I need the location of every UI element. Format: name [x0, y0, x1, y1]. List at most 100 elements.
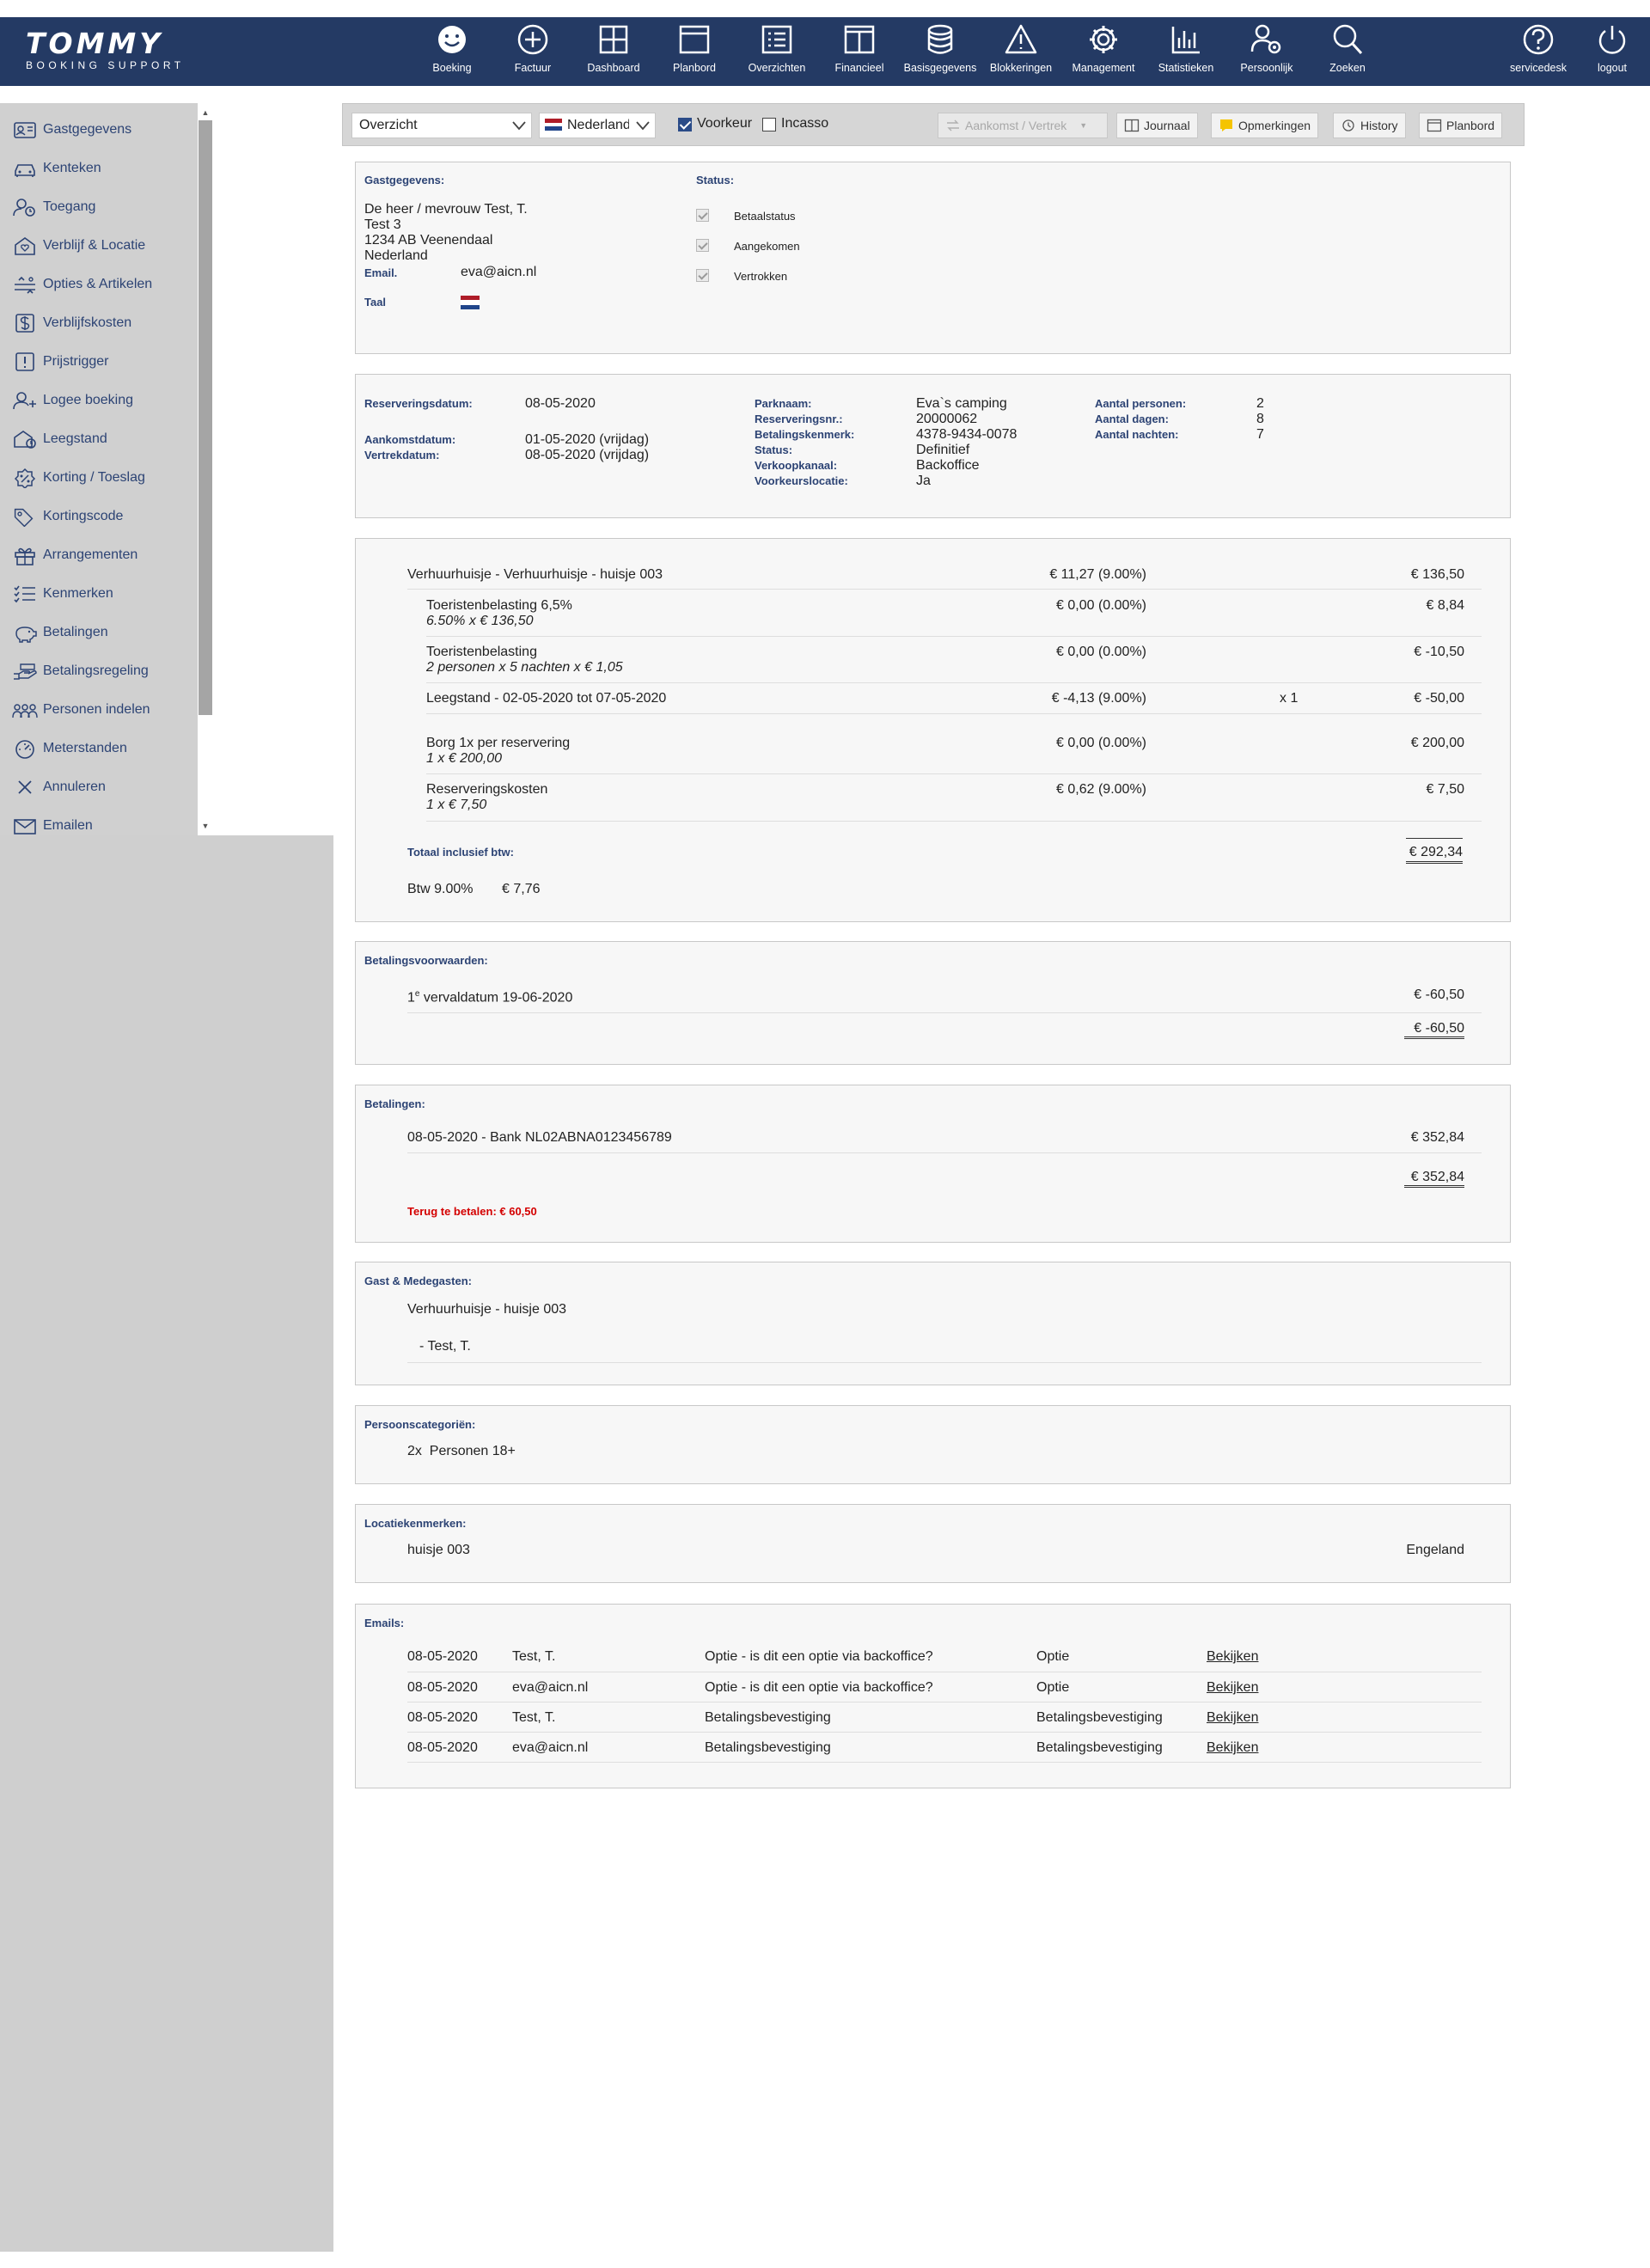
sidebar-item-leegstand[interactable]: Leegstand	[0, 422, 196, 456]
cost-line-tax: € 0,00 (0.00%)	[1056, 645, 1146, 659]
options-icon	[15, 276, 35, 294]
cost-line-amount: € -50,00	[1414, 691, 1464, 706]
guest-email: eva@aicn.nl	[461, 265, 537, 279]
guest-title: Gastgegevens:	[364, 174, 445, 186]
nav-basisgegevens[interactable]: Basisgegevens	[899, 22, 981, 83]
note-icon	[1220, 119, 1232, 131]
nav-statistieken[interactable]: Statistieken	[1145, 22, 1227, 83]
sidebar-item-prijstrigger[interactable]: Prijstrigger	[0, 345, 196, 379]
opmerkingen-button[interactable]: Opmerkingen	[1211, 113, 1319, 138]
sidebar-item-betalingsregeling[interactable]: Betalingsregeling	[0, 654, 196, 688]
scroll-down-arrow[interactable]: ▼	[198, 818, 213, 834]
sidebar-item-annuleren[interactable]: Annuleren	[0, 770, 196, 804]
toolbar: Overzicht Nederlands Voorkeur Incasso Aa…	[342, 103, 1525, 146]
sidebar-item-emailen[interactable]: Emailen	[0, 809, 196, 843]
nav-label: logout	[1597, 62, 1628, 74]
view-email-link[interactable]: Bekijken	[1207, 1710, 1258, 1726]
sidebar-item-betalingen[interactable]: Betalingen	[0, 615, 196, 650]
nav-persoonlijk[interactable]: Persoonlijk	[1225, 22, 1308, 83]
sidebar-item-label: Kortingscode	[43, 509, 124, 523]
voorkeur-checkbox[interactable]	[678, 118, 692, 131]
divider	[426, 821, 1482, 822]
guest-panel: Gastgegevens: De heer / mevrouw Test, T.…	[355, 162, 1511, 354]
sidebar-item-gastgegevens[interactable]: Gastgegevens	[0, 113, 196, 147]
warning-icon	[1005, 24, 1037, 54]
sidebar-item-meterstanden[interactable]: Meterstanden	[0, 731, 196, 766]
chevron-down-icon: ▼	[1079, 121, 1088, 130]
nav-servicedesk[interactable]: servicedesk	[1497, 22, 1580, 83]
view-email-link[interactable]: Bekijken	[1207, 1680, 1258, 1696]
nav-label: Planbord	[672, 62, 717, 74]
guest-country: Nederland	[364, 248, 428, 263]
divider	[407, 1012, 1482, 1013]
email-recipient: eva@aicn.nl	[512, 1740, 589, 1755]
history-button[interactable]: History	[1333, 113, 1406, 138]
nav-logout[interactable]: logout	[1571, 22, 1650, 83]
vertrokken-checkbox[interactable]	[696, 269, 709, 282]
nav-planbord[interactable]: Planbord	[653, 22, 736, 83]
sidebar-item-verblijfskosten[interactable]: Verblijfskosten	[0, 306, 196, 340]
nav-label: Statistieken	[1158, 62, 1214, 74]
person-categories-panel: Persoonscategoriën: 2x Personen 18+	[355, 1405, 1511, 1484]
betaalstatus-checkbox[interactable]	[696, 209, 709, 222]
sidebar-item-kenteken[interactable]: Kenteken	[0, 151, 196, 186]
sidebar-item-label: Verblijfskosten	[43, 315, 132, 330]
book-icon	[844, 25, 875, 54]
user-clock-icon	[13, 199, 35, 217]
email-type: Betalingsbevestiging	[1036, 1710, 1163, 1725]
chevron-down-icon	[636, 121, 650, 131]
arrival-departure-button[interactable]: Aankomst / Vertrek ▼	[938, 113, 1108, 138]
sidebar-item-korting-toeslag[interactable]: Korting / Toeslag	[0, 461, 196, 495]
emails-panel: Emails: 08-05-2020 Test, T. Optie - is d…	[355, 1604, 1511, 1788]
cost-line-detail: 1 x € 200,00	[426, 751, 503, 766]
nav-financieel[interactable]: Financieel	[818, 22, 901, 83]
journaal-button[interactable]: Journaal	[1116, 113, 1198, 138]
days-count: 8	[1256, 412, 1264, 426]
plus-circle-icon	[517, 24, 548, 55]
incasso-label: Incasso	[781, 116, 829, 131]
vacancy-icon	[14, 431, 36, 449]
scrollbar-thumb[interactable]	[199, 120, 212, 715]
sidebar-item-toegang[interactable]: Toegang	[0, 190, 196, 224]
total-amount: € 292,34	[1406, 838, 1463, 864]
sidebar-item-kortingscode[interactable]: Kortingscode	[0, 499, 196, 534]
nav-factuur[interactable]: Factuur	[492, 22, 574, 83]
arrival-date: 01-05-2020 (vrijdag)	[525, 432, 650, 447]
sidebar-item-label: Emailen	[43, 818, 93, 833]
sidebar-item-opties-artikelen[interactable]: Opties & Artikelen	[0, 267, 196, 302]
incasso-checkbox[interactable]	[762, 118, 776, 131]
sidebar-item-arrangementen[interactable]: Arrangementen	[0, 538, 196, 572]
sidebar-item-personen-indelen[interactable]: Personen indelen	[0, 693, 196, 727]
cost-line-desc: Borg 1x per reservering	[426, 736, 571, 750]
nav-overzichten[interactable]: Overzichten	[736, 22, 818, 83]
view-select[interactable]: Overzicht	[351, 113, 532, 138]
nav-management[interactable]: Management	[1062, 22, 1145, 83]
sidebar-item-logee-boeking[interactable]: Logee boeking	[0, 383, 196, 418]
tommy-logo[interactable]: TOMMY BOOKING SUPPORT	[26, 29, 206, 72]
view-email-link[interactable]: Bekijken	[1207, 1649, 1258, 1665]
gear-icon	[1090, 26, 1117, 53]
nav-boeking[interactable]: Boeking	[411, 22, 493, 83]
aangekomen-checkbox[interactable]	[696, 239, 709, 252]
nav-zoeken[interactable]: Zoeken	[1306, 22, 1389, 83]
res-date-label: Reserveringsdatum:	[364, 397, 473, 410]
scroll-up-arrow[interactable]: ▲	[198, 105, 213, 120]
cost-line-amount: € 136,50	[1410, 567, 1464, 582]
view-email-link[interactable]: Bekijken	[1207, 1740, 1258, 1756]
preferred-location: Ja	[916, 474, 931, 488]
divider	[407, 1702, 1482, 1703]
language-select[interactable]: Nederlands	[539, 113, 656, 138]
tag-icon	[14, 508, 34, 527]
aangekomen-label: Aangekomen	[734, 240, 800, 253]
betaalstatus-label: Betaalstatus	[734, 210, 796, 223]
conditions-total: € -60,50	[1404, 1021, 1464, 1039]
sidebar-item-kenmerken[interactable]: Kenmerken	[0, 577, 196, 611]
payments-panel: Betalingen: 08-05-2020 - Bank NL02ABNA01…	[355, 1085, 1511, 1243]
nav-blokkeringen[interactable]: Blokkeringen	[980, 22, 1062, 83]
preferred-location-label: Voorkeurslocatie:	[755, 474, 848, 487]
sidebar-item-verblijf-locatie[interactable]: Verblijf & Locatie	[0, 229, 196, 263]
nav-dashboard[interactable]: Dashboard	[572, 22, 655, 83]
divider	[407, 1362, 1482, 1363]
email-date: 08-05-2020	[407, 1680, 478, 1695]
planbord-button[interactable]: Planbord	[1419, 113, 1503, 138]
